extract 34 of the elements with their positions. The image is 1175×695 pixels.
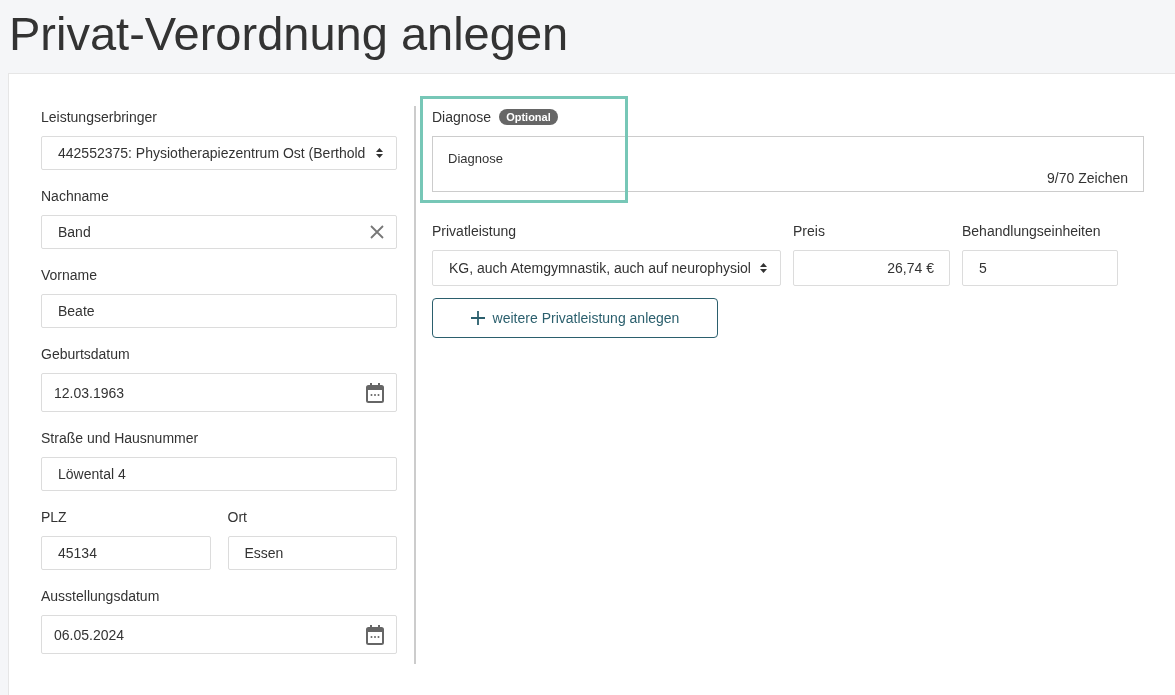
sort-caret-icon — [375, 147, 384, 159]
calendar-icon[interactable] — [366, 624, 384, 645]
field-label: Geburtsdatum — [41, 345, 131, 363]
field-label: PLZ — [41, 508, 68, 526]
page-title: Privat-Verordnung anlegen — [8, 6, 570, 62]
date-field[interactable]: 12.03.1963 — [41, 373, 397, 412]
calendar-icon[interactable] — [366, 382, 384, 403]
field-label: Privatleistung — [432, 222, 518, 240]
add-service-button[interactable]: weitere Privatleistung anlegen — [432, 298, 718, 338]
field-label: Ort — [227, 508, 248, 526]
field-label: Preis — [793, 222, 826, 240]
input-field[interactable]: Band — [41, 215, 397, 249]
date-field[interactable]: 06.05.2024 — [41, 615, 397, 654]
field-label: Straße und Hausnummer — [41, 429, 200, 447]
field-label: Nachname — [41, 187, 110, 205]
select-field[interactable]: 442552375: Physiotherapiezentrum Ost (Berthold — [41, 136, 397, 170]
diagnosis-textarea[interactable]: Diagnose 9/70 Zeichen — [432, 136, 1144, 192]
field-label: Leistungserbringer — [41, 108, 158, 126]
select-field[interactable]: KG, auch Atemgymnastik, auch auf neurophysiol — [432, 250, 781, 286]
plus-icon — [470, 311, 485, 325]
input-field[interactable]: 45134 — [41, 536, 211, 570]
field-label: Vorname — [41, 266, 99, 284]
field-label: Behandlungseinheiten — [962, 222, 1102, 240]
input-field[interactable]: 26,74 € — [793, 250, 950, 286]
optional-badge: Optional — [499, 109, 558, 125]
field-label: Diagnose — [432, 108, 492, 126]
character-counter: 9/70 Zeichen — [1047, 170, 1128, 186]
field-label: Ausstellungsdatum — [41, 587, 161, 605]
input-field[interactable]: 5 — [962, 250, 1118, 286]
input-field[interactable]: Beate — [41, 294, 397, 328]
clear-icon[interactable] — [370, 225, 384, 239]
sort-caret-icon — [759, 262, 768, 274]
input-field[interactable]: Löwental 4 — [41, 457, 397, 491]
input-field[interactable]: Essen — [227, 536, 397, 570]
